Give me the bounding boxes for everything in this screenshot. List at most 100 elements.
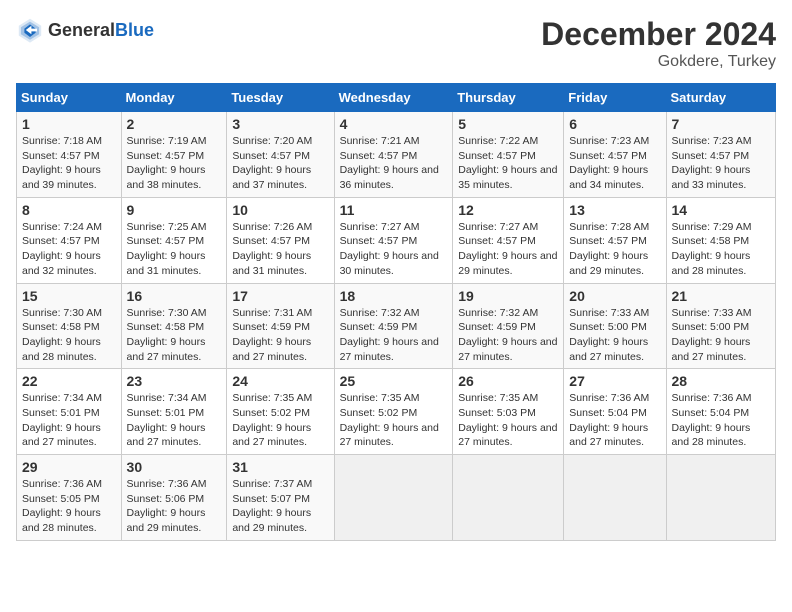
day-number: 19 xyxy=(458,288,558,304)
subtitle: Gokdere, Turkey xyxy=(541,53,776,71)
header-row: SundayMondayTuesdayWednesdayThursdayFrid… xyxy=(17,84,776,112)
day-cell: 6 Sunrise: 7:23 AM Sunset: 4:57 PM Dayli… xyxy=(564,112,666,198)
day-info: Sunrise: 7:19 AM Sunset: 4:57 PM Dayligh… xyxy=(127,134,222,193)
day-cell: 29 Sunrise: 7:36 AM Sunset: 5:05 PM Dayl… xyxy=(17,455,122,541)
header-cell-thursday: Thursday xyxy=(453,84,564,112)
logo-general: General xyxy=(48,20,115,41)
day-info: Sunrise: 7:36 AM Sunset: 5:06 PM Dayligh… xyxy=(127,477,222,536)
header-cell-saturday: Saturday xyxy=(666,84,775,112)
day-number: 1 xyxy=(22,116,116,132)
day-info: Sunrise: 7:23 AM Sunset: 4:57 PM Dayligh… xyxy=(672,134,770,193)
page-header: General Blue December 2024 Gokdere, Turk… xyxy=(16,16,776,71)
day-info: Sunrise: 7:34 AM Sunset: 5:01 PM Dayligh… xyxy=(22,391,116,450)
calendar-body: 1 Sunrise: 7:18 AM Sunset: 4:57 PM Dayli… xyxy=(17,112,776,541)
week-row-2: 8 Sunrise: 7:24 AM Sunset: 4:57 PM Dayli… xyxy=(17,197,776,283)
day-info: Sunrise: 7:36 AM Sunset: 5:05 PM Dayligh… xyxy=(22,477,116,536)
day-cell: 7 Sunrise: 7:23 AM Sunset: 4:57 PM Dayli… xyxy=(666,112,775,198)
day-cell: 28 Sunrise: 7:36 AM Sunset: 5:04 PM Dayl… xyxy=(666,369,775,455)
header-cell-tuesday: Tuesday xyxy=(227,84,334,112)
day-cell: 14 Sunrise: 7:29 AM Sunset: 4:58 PM Dayl… xyxy=(666,197,775,283)
day-info: Sunrise: 7:35 AM Sunset: 5:03 PM Dayligh… xyxy=(458,391,558,450)
week-row-1: 1 Sunrise: 7:18 AM Sunset: 4:57 PM Dayli… xyxy=(17,112,776,198)
day-cell: 2 Sunrise: 7:19 AM Sunset: 4:57 PM Dayli… xyxy=(121,112,227,198)
day-number: 11 xyxy=(340,202,448,218)
day-info: Sunrise: 7:24 AM Sunset: 4:57 PM Dayligh… xyxy=(22,220,116,279)
day-number: 24 xyxy=(232,373,328,389)
title-area: December 2024 Gokdere, Turkey xyxy=(541,16,776,71)
week-row-5: 29 Sunrise: 7:36 AM Sunset: 5:05 PM Dayl… xyxy=(17,455,776,541)
day-cell: 23 Sunrise: 7:34 AM Sunset: 5:01 PM Dayl… xyxy=(121,369,227,455)
day-info: Sunrise: 7:27 AM Sunset: 4:57 PM Dayligh… xyxy=(458,220,558,279)
week-row-4: 22 Sunrise: 7:34 AM Sunset: 5:01 PM Dayl… xyxy=(17,369,776,455)
day-info: Sunrise: 7:32 AM Sunset: 4:59 PM Dayligh… xyxy=(458,306,558,365)
day-number: 13 xyxy=(569,202,660,218)
day-info: Sunrise: 7:28 AM Sunset: 4:57 PM Dayligh… xyxy=(569,220,660,279)
day-cell: 3 Sunrise: 7:20 AM Sunset: 4:57 PM Dayli… xyxy=(227,112,334,198)
day-cell: 8 Sunrise: 7:24 AM Sunset: 4:57 PM Dayli… xyxy=(17,197,122,283)
day-info: Sunrise: 7:35 AM Sunset: 5:02 PM Dayligh… xyxy=(340,391,448,450)
day-cell: 13 Sunrise: 7:28 AM Sunset: 4:57 PM Dayl… xyxy=(564,197,666,283)
day-cell xyxy=(564,455,666,541)
day-number: 30 xyxy=(127,459,222,475)
day-cell: 19 Sunrise: 7:32 AM Sunset: 4:59 PM Dayl… xyxy=(453,283,564,369)
day-cell: 17 Sunrise: 7:31 AM Sunset: 4:59 PM Dayl… xyxy=(227,283,334,369)
day-cell: 24 Sunrise: 7:35 AM Sunset: 5:02 PM Dayl… xyxy=(227,369,334,455)
logo-blue: Blue xyxy=(115,20,154,41)
main-title: December 2024 xyxy=(541,16,776,53)
day-cell: 31 Sunrise: 7:37 AM Sunset: 5:07 PM Dayl… xyxy=(227,455,334,541)
day-info: Sunrise: 7:34 AM Sunset: 5:01 PM Dayligh… xyxy=(127,391,222,450)
day-number: 16 xyxy=(127,288,222,304)
day-info: Sunrise: 7:20 AM Sunset: 4:57 PM Dayligh… xyxy=(232,134,328,193)
day-number: 26 xyxy=(458,373,558,389)
day-cell: 22 Sunrise: 7:34 AM Sunset: 5:01 PM Dayl… xyxy=(17,369,122,455)
logo: General Blue xyxy=(16,16,154,44)
day-info: Sunrise: 7:30 AM Sunset: 4:58 PM Dayligh… xyxy=(127,306,222,365)
day-number: 15 xyxy=(22,288,116,304)
header-cell-monday: Monday xyxy=(121,84,227,112)
day-number: 12 xyxy=(458,202,558,218)
day-info: Sunrise: 7:29 AM Sunset: 4:58 PM Dayligh… xyxy=(672,220,770,279)
day-info: Sunrise: 7:21 AM Sunset: 4:57 PM Dayligh… xyxy=(340,134,448,193)
header-cell-sunday: Sunday xyxy=(17,84,122,112)
day-cell: 16 Sunrise: 7:30 AM Sunset: 4:58 PM Dayl… xyxy=(121,283,227,369)
day-info: Sunrise: 7:33 AM Sunset: 5:00 PM Dayligh… xyxy=(672,306,770,365)
calendar-table: SundayMondayTuesdayWednesdayThursdayFrid… xyxy=(16,83,776,541)
day-number: 31 xyxy=(232,459,328,475)
day-cell: 27 Sunrise: 7:36 AM Sunset: 5:04 PM Dayl… xyxy=(564,369,666,455)
day-info: Sunrise: 7:23 AM Sunset: 4:57 PM Dayligh… xyxy=(569,134,660,193)
day-cell: 11 Sunrise: 7:27 AM Sunset: 4:57 PM Dayl… xyxy=(334,197,453,283)
day-number: 21 xyxy=(672,288,770,304)
day-number: 2 xyxy=(127,116,222,132)
day-info: Sunrise: 7:27 AM Sunset: 4:57 PM Dayligh… xyxy=(340,220,448,279)
day-info: Sunrise: 7:30 AM Sunset: 4:58 PM Dayligh… xyxy=(22,306,116,365)
day-cell: 5 Sunrise: 7:22 AM Sunset: 4:57 PM Dayli… xyxy=(453,112,564,198)
header-cell-friday: Friday xyxy=(564,84,666,112)
day-cell: 12 Sunrise: 7:27 AM Sunset: 4:57 PM Dayl… xyxy=(453,197,564,283)
day-info: Sunrise: 7:31 AM Sunset: 4:59 PM Dayligh… xyxy=(232,306,328,365)
day-cell xyxy=(666,455,775,541)
day-cell: 9 Sunrise: 7:25 AM Sunset: 4:57 PM Dayli… xyxy=(121,197,227,283)
day-cell: 20 Sunrise: 7:33 AM Sunset: 5:00 PM Dayl… xyxy=(564,283,666,369)
day-info: Sunrise: 7:25 AM Sunset: 4:57 PM Dayligh… xyxy=(127,220,222,279)
day-number: 22 xyxy=(22,373,116,389)
header-cell-wednesday: Wednesday xyxy=(334,84,453,112)
day-cell: 30 Sunrise: 7:36 AM Sunset: 5:06 PM Dayl… xyxy=(121,455,227,541)
day-info: Sunrise: 7:33 AM Sunset: 5:00 PM Dayligh… xyxy=(569,306,660,365)
day-number: 9 xyxy=(127,202,222,218)
logo-icon xyxy=(16,16,44,44)
day-cell: 4 Sunrise: 7:21 AM Sunset: 4:57 PM Dayli… xyxy=(334,112,453,198)
day-number: 17 xyxy=(232,288,328,304)
day-info: Sunrise: 7:37 AM Sunset: 5:07 PM Dayligh… xyxy=(232,477,328,536)
day-number: 29 xyxy=(22,459,116,475)
day-cell xyxy=(334,455,453,541)
day-info: Sunrise: 7:32 AM Sunset: 4:59 PM Dayligh… xyxy=(340,306,448,365)
day-cell: 15 Sunrise: 7:30 AM Sunset: 4:58 PM Dayl… xyxy=(17,283,122,369)
day-number: 14 xyxy=(672,202,770,218)
day-info: Sunrise: 7:36 AM Sunset: 5:04 PM Dayligh… xyxy=(569,391,660,450)
day-number: 23 xyxy=(127,373,222,389)
day-cell xyxy=(453,455,564,541)
calendar-header: SundayMondayTuesdayWednesdayThursdayFrid… xyxy=(17,84,776,112)
logo-text: General Blue xyxy=(48,20,154,41)
day-number: 20 xyxy=(569,288,660,304)
day-info: Sunrise: 7:22 AM Sunset: 4:57 PM Dayligh… xyxy=(458,134,558,193)
